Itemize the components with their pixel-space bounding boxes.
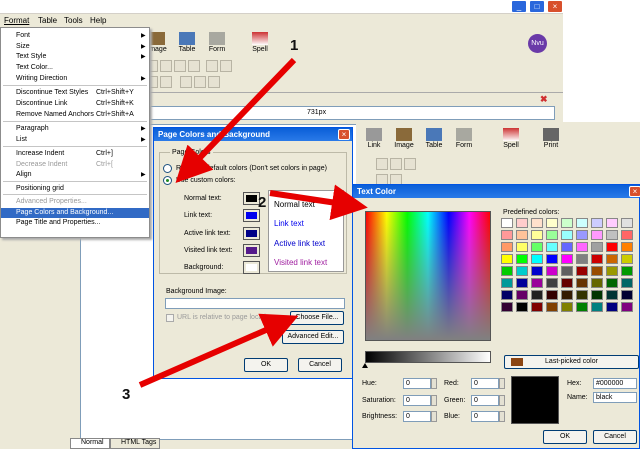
arrow-3 [138,313,299,388]
arrow-1 [175,57,297,183]
annotation-2: 2 [258,194,267,211]
annotation-arrows [138,57,368,388]
annotation-3: 3 [122,386,131,403]
arrow-2 [269,184,368,221]
annotation-1: 1 [290,37,299,54]
